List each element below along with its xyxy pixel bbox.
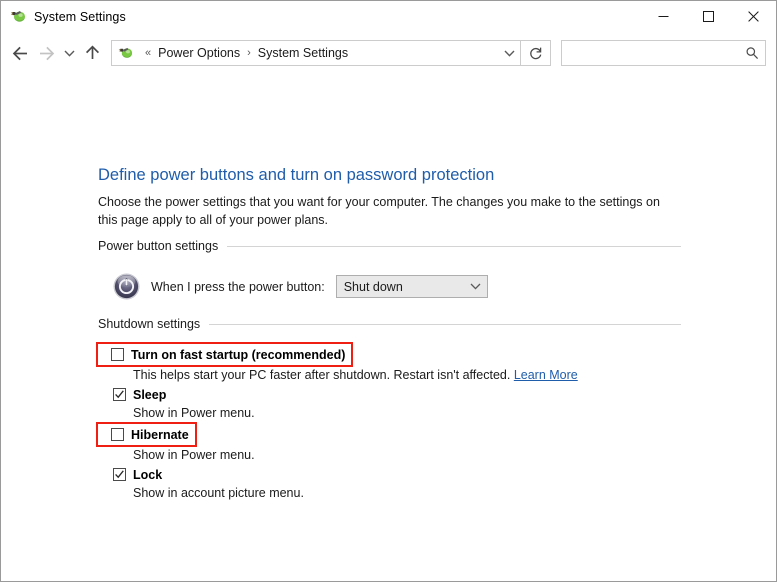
breadcrumb-item-power-options[interactable]: Power Options bbox=[156, 46, 242, 60]
option-description-text: This helps start your PC faster after sh… bbox=[133, 368, 511, 382]
option-description-lock: Show in account picture menu. bbox=[133, 486, 304, 500]
close-button[interactable] bbox=[731, 1, 776, 32]
checkbox-fast-startup[interactable] bbox=[111, 348, 124, 361]
breadcrumb-item-system-settings[interactable]: System Settings bbox=[256, 46, 350, 60]
page-description: Choose the power settings that you want … bbox=[98, 195, 660, 227]
option-label-hibernate: Hibernate bbox=[131, 427, 189, 442]
option-label-fast-startup: Turn on fast startup (recommended) bbox=[131, 347, 346, 362]
title-bar: System Settings bbox=[1, 1, 776, 32]
option-label-lock: Lock bbox=[133, 467, 163, 482]
dropdown-value: Shut down bbox=[343, 279, 403, 294]
power-button-settings-section: Power button settings When I press the p… bbox=[98, 239, 681, 300]
option-row-hibernate[interactable]: Hibernate bbox=[96, 422, 197, 447]
power-options-icon bbox=[118, 45, 134, 61]
section-title: Shutdown settings bbox=[98, 317, 201, 331]
checkbox-lock[interactable] bbox=[113, 468, 126, 481]
up-arrow-icon[interactable] bbox=[79, 39, 105, 67]
option-row-sleep[interactable]: Sleep bbox=[98, 386, 681, 403]
maximize-button[interactable] bbox=[686, 1, 731, 32]
chevron-down-icon[interactable] bbox=[498, 49, 520, 58]
option-row-lock[interactable]: Lock bbox=[98, 466, 681, 483]
forward-arrow-icon bbox=[33, 39, 59, 67]
navigation-bar: « Power Options › System Settings bbox=[1, 32, 776, 74]
power-button-row: When I press the power button: Shut down bbox=[98, 273, 681, 300]
section-header: Power button settings bbox=[98, 239, 681, 253]
refresh-icon[interactable] bbox=[521, 40, 551, 66]
breadcrumb-overflow[interactable]: « bbox=[140, 47, 156, 59]
minimize-button[interactable] bbox=[641, 1, 686, 32]
section-divider bbox=[227, 245, 681, 247]
power-button-label: When I press the power button: bbox=[151, 279, 325, 294]
window-controls bbox=[641, 1, 776, 32]
recent-locations-icon[interactable] bbox=[59, 39, 79, 67]
option-description-hibernate: Show in Power menu. bbox=[133, 448, 255, 462]
window-title: System Settings bbox=[34, 9, 126, 24]
shutdown-options-list: Turn on fast startup (recommended) This … bbox=[96, 342, 681, 500]
search-box[interactable] bbox=[561, 40, 766, 66]
option-label-sleep: Sleep bbox=[133, 387, 167, 402]
breadcrumb-separator: › bbox=[247, 47, 251, 59]
power-button-icon bbox=[113, 273, 140, 300]
system-settings-window: System Settings « Power Options › System… bbox=[0, 0, 777, 582]
power-button-action-dropdown[interactable]: Shut down bbox=[335, 275, 488, 298]
page-title: Define power buttons and turn on passwor… bbox=[98, 166, 495, 184]
back-arrow-icon[interactable] bbox=[7, 39, 33, 67]
power-options-icon bbox=[10, 8, 27, 25]
address-bar[interactable]: « Power Options › System Settings bbox=[111, 40, 521, 66]
section-divider bbox=[209, 323, 681, 325]
learn-more-link[interactable]: Learn More bbox=[514, 368, 578, 382]
section-header: Shutdown settings bbox=[98, 317, 681, 331]
checkbox-sleep[interactable] bbox=[113, 388, 126, 401]
content-area: Define power buttons and turn on passwor… bbox=[1, 74, 776, 581]
breadcrumb: « Power Options › System Settings bbox=[140, 46, 498, 60]
search-input[interactable] bbox=[562, 46, 739, 60]
shutdown-settings-section: Shutdown settings Turn on fast startup (… bbox=[96, 317, 681, 504]
chevron-down-icon bbox=[465, 282, 487, 291]
search-icon[interactable] bbox=[739, 46, 765, 60]
option-description-fast-startup: This helps start your PC faster after sh… bbox=[98, 368, 681, 382]
checkbox-hibernate[interactable] bbox=[111, 428, 124, 441]
option-row-fast-startup[interactable]: Turn on fast startup (recommended) bbox=[96, 342, 354, 367]
option-description-sleep: Show in Power menu. bbox=[133, 406, 255, 420]
section-title: Power button settings bbox=[98, 239, 219, 253]
